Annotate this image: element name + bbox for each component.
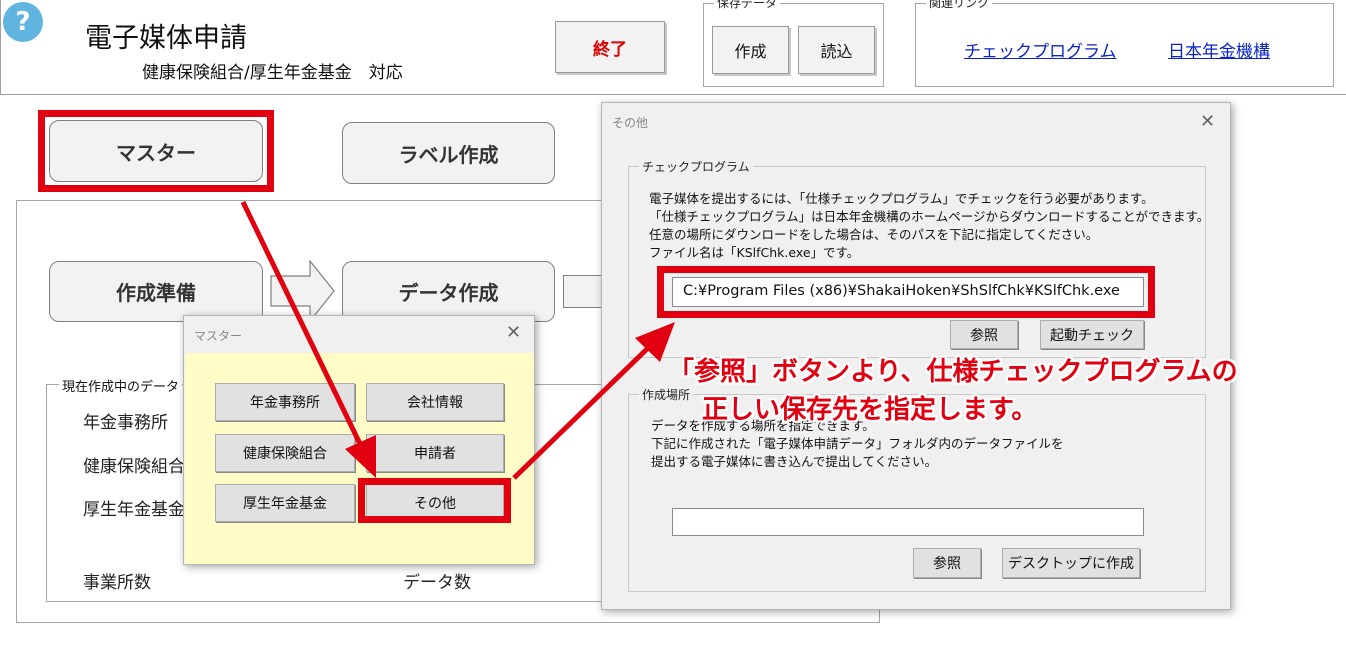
annotation-text-line1: 「参照」ボタンより、仕様チェックプログラムの bbox=[668, 357, 1238, 387]
annotation-arrows bbox=[240, 200, 675, 480]
annotation-text-line2: 正しい保存先を指定します。 bbox=[702, 395, 1038, 425]
arrow-other-to-path-icon bbox=[512, 322, 675, 480]
arrow-master-to-other-icon bbox=[240, 200, 376, 478]
